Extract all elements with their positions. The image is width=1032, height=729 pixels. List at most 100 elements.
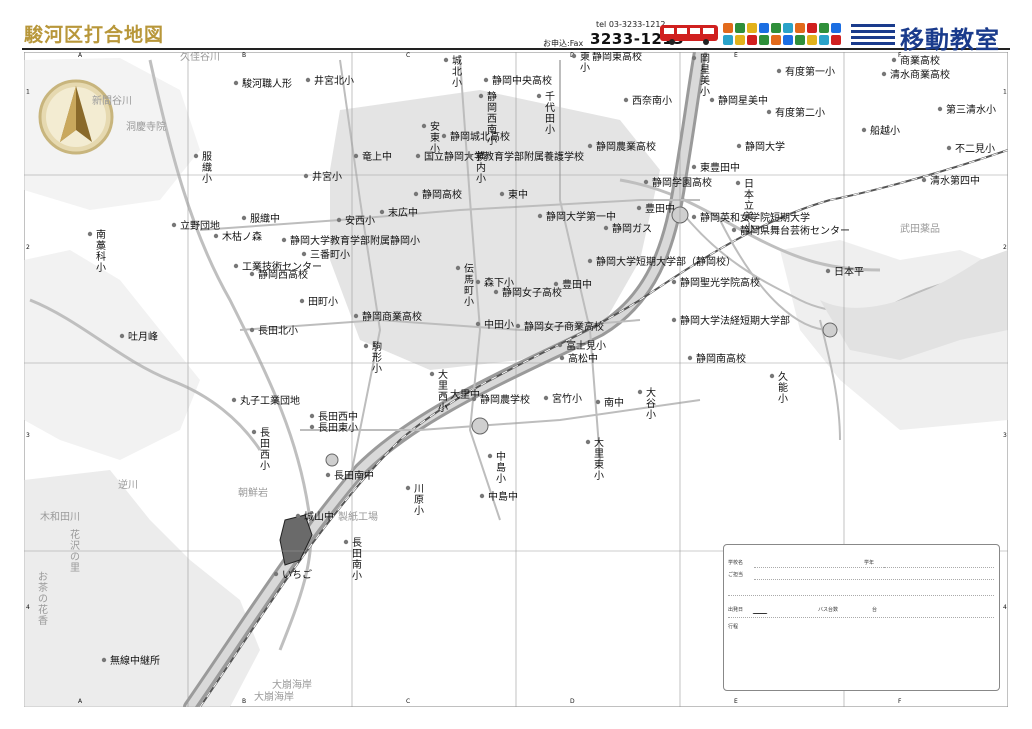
map-label: 不二見小 bbox=[955, 143, 995, 155]
map-label: 静岡聖光学院高校 bbox=[680, 276, 760, 289]
map-marker bbox=[499, 191, 505, 197]
map-marker bbox=[709, 97, 715, 103]
map-marker bbox=[587, 143, 593, 149]
map-marker bbox=[421, 123, 427, 129]
map-label: 洞慶寺院 bbox=[126, 120, 166, 133]
map-marker bbox=[475, 279, 481, 285]
map-marker bbox=[636, 205, 642, 211]
map-label: 富士見小 bbox=[566, 339, 606, 352]
map-marker bbox=[483, 77, 489, 83]
map-marker bbox=[603, 225, 609, 231]
grid-col-label: E bbox=[734, 698, 738, 705]
form-grade-label: 学年 bbox=[864, 560, 875, 566]
map-label-vertical: 岡星美小 bbox=[700, 53, 710, 98]
map-marker bbox=[241, 215, 247, 221]
map-marker bbox=[193, 153, 199, 159]
map-label: 西奈南小 bbox=[632, 94, 672, 107]
form-school-line[interactable] bbox=[754, 567, 884, 568]
map-marker bbox=[343, 539, 349, 545]
map-marker bbox=[441, 133, 447, 139]
map-label: 静岡学園高校 bbox=[652, 176, 712, 189]
map-label: 無線中継所 bbox=[110, 654, 160, 667]
bus-icon bbox=[660, 25, 718, 45]
form-buses-unit: 台 bbox=[872, 607, 878, 613]
map-marker bbox=[443, 57, 449, 63]
map-marker bbox=[101, 657, 107, 663]
form-grade-line[interactable] bbox=[884, 567, 994, 568]
map-marker bbox=[583, 53, 589, 59]
map-title: 駿河区打合地図 bbox=[24, 24, 165, 46]
form-rep-line[interactable] bbox=[754, 579, 994, 580]
map-label: 朝鮮岩 bbox=[238, 486, 268, 499]
map-label: 城山中 bbox=[304, 510, 334, 523]
map-marker bbox=[353, 153, 359, 159]
map-marker bbox=[231, 397, 237, 403]
grid-row-label: 4 bbox=[26, 604, 30, 611]
map-label: 長田南中 bbox=[334, 469, 374, 482]
map-marker bbox=[303, 173, 309, 179]
map-label: 清水商業高校 bbox=[890, 68, 950, 81]
map-label: 木和田川 bbox=[40, 511, 80, 523]
map-label: 静岡大学教育学部附属静岡小 bbox=[290, 234, 420, 247]
map-marker bbox=[405, 485, 411, 491]
map-marker bbox=[595, 399, 601, 405]
map-marker bbox=[479, 493, 485, 499]
map-label: 大崩海岸 bbox=[254, 690, 294, 703]
map-marker bbox=[233, 263, 239, 269]
map-marker bbox=[475, 321, 481, 327]
map-label: 駿河職人形 bbox=[242, 77, 292, 90]
map-label: 静岡南高校 bbox=[696, 352, 746, 365]
grid-col-label: B bbox=[242, 52, 246, 59]
map-label-vertical: 長田西小 bbox=[260, 427, 270, 472]
map-label: 静岡農学校 bbox=[480, 393, 530, 406]
map-label: 長田北小 bbox=[258, 325, 298, 337]
form-school-label: 学校名 bbox=[728, 560, 744, 566]
map-label: 静岡商業高校 bbox=[362, 310, 422, 323]
map-marker bbox=[557, 342, 563, 348]
map-marker bbox=[471, 396, 477, 402]
map-marker bbox=[429, 371, 435, 377]
map-marker bbox=[691, 55, 697, 61]
map-marker bbox=[776, 68, 782, 74]
form-date-label: 出発日 bbox=[728, 607, 744, 613]
map-marker bbox=[766, 109, 772, 115]
map-label: 中島中 bbox=[488, 490, 518, 503]
map-label-vertical: 千代田小 bbox=[545, 91, 555, 136]
map-label-vertical: 川原小 bbox=[414, 484, 424, 517]
form-date-line[interactable] bbox=[728, 617, 994, 618]
map-label-vertical: 駒形小 bbox=[372, 341, 382, 375]
map-label: 有度第二小 bbox=[775, 106, 825, 119]
map-label-vertical: 大谷小 bbox=[646, 386, 656, 421]
map-marker bbox=[736, 143, 742, 149]
map-label: 丸子工業団地 bbox=[240, 394, 300, 407]
map-marker bbox=[336, 217, 342, 223]
map-label: 逆川 bbox=[118, 478, 138, 491]
map-marker bbox=[305, 77, 311, 83]
form-divider bbox=[728, 595, 994, 596]
map-marker bbox=[87, 231, 93, 237]
school-info-form[interactable]: 学校名 学年 ご担当 出発日 バス台数 台 行程 bbox=[723, 544, 1000, 691]
map-marker bbox=[478, 93, 484, 99]
map-label: 静岡大学第一中 bbox=[546, 210, 616, 223]
map-label: 大崩海岸 bbox=[272, 678, 312, 691]
map-label: 長田西中 bbox=[318, 410, 358, 423]
map-marker bbox=[413, 191, 419, 197]
map-label: 東豊田中 bbox=[700, 161, 740, 174]
map-marker bbox=[515, 323, 521, 329]
map-label: 静岡高校 bbox=[422, 188, 462, 201]
map-label-vertical: 中島小 bbox=[496, 450, 506, 485]
map-label: 田町小 bbox=[308, 296, 338, 308]
map-label: 井宮小 bbox=[312, 170, 342, 183]
map-label: 立野団地 bbox=[180, 219, 220, 232]
map-label: 服織中 bbox=[250, 212, 280, 225]
north-arrow-icon bbox=[38, 79, 114, 155]
grid-row-label: 2 bbox=[26, 244, 30, 251]
map-marker bbox=[671, 279, 677, 285]
map-marker bbox=[301, 251, 307, 257]
map-label: 南中 bbox=[604, 396, 624, 409]
map-label: 新間谷川 bbox=[92, 94, 132, 107]
map-label-vertical: お茶の花香 bbox=[38, 571, 48, 627]
map-label-vertical: 大里東小 bbox=[594, 436, 604, 482]
map-marker bbox=[251, 429, 257, 435]
map-label: 静岡大学法経短期大学部 bbox=[680, 314, 790, 327]
